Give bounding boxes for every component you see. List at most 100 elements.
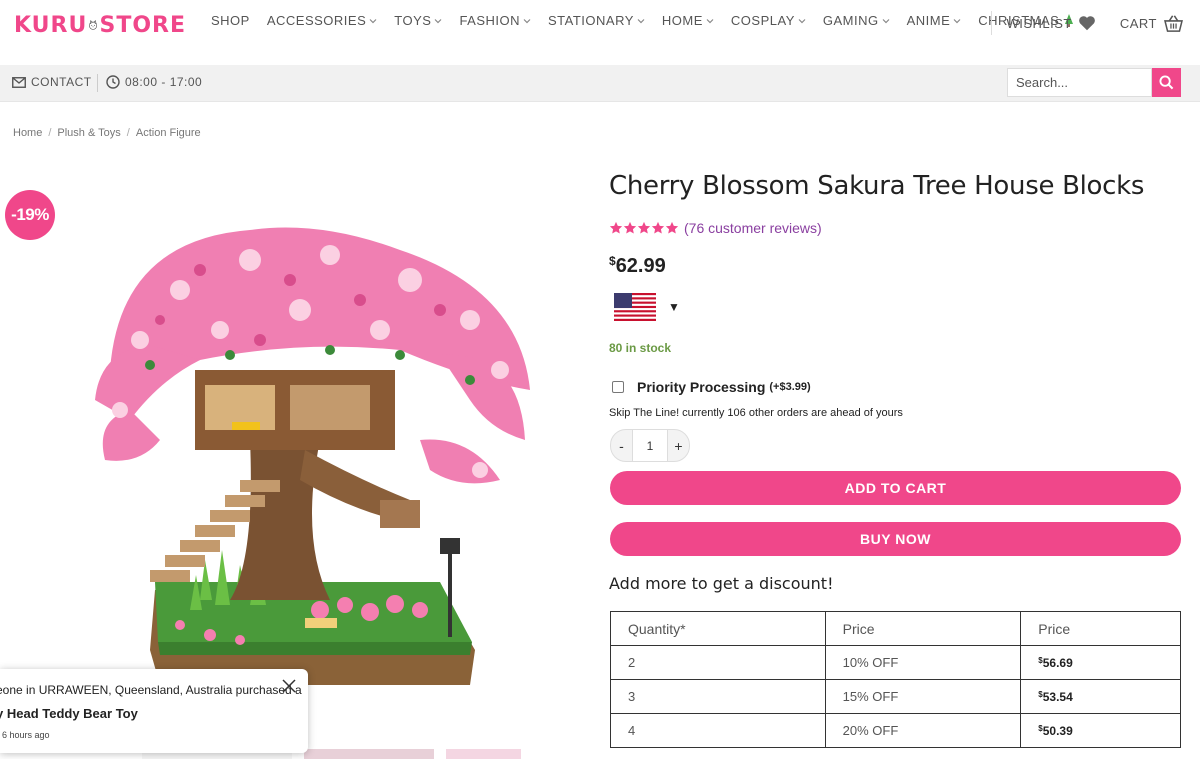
discount-quantity: 4: [610, 713, 826, 748]
quantity-decrease-button[interactable]: -: [610, 429, 633, 462]
wishlist-label: WISHLIST: [1006, 15, 1072, 31]
nav-item-label: SHOP: [211, 13, 250, 28]
header-actions: WISHLIST CART: [991, 11, 1184, 35]
chevron-down-icon: [369, 18, 377, 23]
recent-purchase-popup: eone in URRAWEEN, Queensland, Australia …: [0, 669, 308, 753]
nav-item-label: TOYS: [394, 13, 432, 28]
column-header-discount: Price: [824, 611, 1022, 646]
opening-hours: 08:00 - 17:00: [106, 75, 202, 89]
store-logo[interactable]: KURU STORE: [14, 8, 186, 42]
nav-item-toys[interactable]: TOYS: [394, 13, 442, 28]
priority-price: (+$3.99): [769, 381, 811, 393]
logo-text-right: STORE: [99, 12, 186, 38]
discount-percent: 20% OFF: [824, 713, 1022, 748]
star-icon: [609, 221, 623, 234]
chevron-down-icon: [882, 18, 890, 23]
topbar-divider: [97, 74, 98, 92]
cart-link[interactable]: CART: [1119, 14, 1184, 32]
nav-item-accessories[interactable]: ACCESSORIES: [267, 13, 377, 28]
nav-item-gaming[interactable]: GAMING: [823, 13, 890, 28]
product-price: $62.99: [609, 254, 666, 278]
thumbnail[interactable]: [446, 749, 521, 759]
nav-item-label: STATIONARY: [548, 13, 634, 28]
clock-icon: [106, 75, 120, 89]
nav-item-shop[interactable]: SHOP: [211, 13, 250, 28]
nav-item-label: ANIME: [906, 13, 951, 28]
chevron-down-icon: [637, 18, 645, 23]
nav-item-stationary[interactable]: STATIONARY: [548, 13, 645, 28]
popup-product[interactable]: y Head Teddy Bear Toy: [0, 706, 138, 721]
cart-label: CART: [1119, 15, 1157, 31]
nav-item-label: HOME: [661, 13, 703, 28]
discount-table: Quantity* Price Price 2 10% OFF $56.69 3 15%…: [610, 611, 1181, 748]
stock-status: 80 in stock: [609, 341, 672, 355]
product-rating: (76 customer reviews): [609, 220, 822, 236]
discount-percent: 15% OFF: [824, 679, 1022, 714]
nav-divider: [991, 11, 993, 35]
nav-item-label: GAMING: [822, 13, 879, 28]
discount-price: $56.69: [1020, 645, 1181, 680]
column-header-price: Price: [1020, 611, 1181, 646]
chevron-down-icon: [523, 18, 531, 23]
breadcrumb-category[interactable]: Plush & Toys: [57, 127, 120, 139]
chevron-down-icon: [706, 18, 714, 23]
breadcrumb-subcategory[interactable]: Action Figure: [136, 127, 201, 139]
price-value: 53.54: [1042, 689, 1073, 704]
quantity-increase-button[interactable]: +: [667, 429, 690, 462]
search-box: [1007, 68, 1181, 97]
wishlist-link[interactable]: WISHLIST: [1006, 15, 1095, 31]
discount-price: $50.39: [1020, 713, 1181, 748]
quantity-input[interactable]: 1: [633, 429, 667, 462]
buy-now-button[interactable]: BUY NOW: [610, 522, 1181, 556]
breadcrumb-home[interactable]: Home: [13, 127, 42, 139]
table-row: 2 10% OFF $56.69: [610, 645, 1181, 680]
product-title: Cherry Blossom Sakura Tree House Blocks: [609, 171, 1145, 201]
nav-item-fashion[interactable]: FASHION: [459, 13, 531, 28]
envelope-icon: [12, 76, 26, 88]
discount-heading: Add more to get a discount!: [609, 574, 834, 593]
heart-icon: [1078, 16, 1095, 31]
thumbnail[interactable]: [304, 749, 434, 759]
discount-quantity: 2: [610, 645, 826, 680]
discount-percent: 10% OFF: [824, 645, 1022, 680]
price-value: 62.99: [615, 255, 666, 277]
close-icon[interactable]: [282, 679, 296, 693]
star-icon: [665, 221, 679, 234]
nav-item-label: ACCESSORIES: [266, 13, 367, 28]
table-header-row: Quantity* Price Price: [610, 611, 1181, 646]
main-nav: SHOP ACCESSORIES TOYS FASHION STATIONARY HOME…: [211, 13, 1091, 28]
star-icon: [637, 221, 651, 234]
popup-time: 6 hours ago: [2, 730, 50, 740]
add-to-cart-button[interactable]: ADD TO CART: [610, 471, 1181, 505]
star-icon: [651, 221, 665, 234]
nav-item-cosplay[interactable]: COSPLAY: [731, 13, 806, 28]
search-button[interactable]: [1152, 68, 1181, 97]
basket-icon: [1164, 14, 1183, 32]
priority-checkbox[interactable]: [612, 381, 624, 393]
priority-label: Priority Processing: [637, 379, 766, 395]
contact-link[interactable]: CONTACT: [12, 75, 92, 89]
currency-selector[interactable]: ▼: [614, 293, 680, 321]
search-input[interactable]: [1007, 68, 1152, 97]
discount-price: $53.54: [1020, 679, 1181, 714]
price-value: 50.39: [1042, 723, 1073, 738]
star-icon: [623, 221, 637, 234]
cat-logo-icon: [89, 20, 98, 30]
breadcrumb-separator: /: [126, 127, 130, 139]
chevron-down-icon: [953, 18, 961, 23]
breadcrumb-separator: /: [48, 127, 52, 139]
logo-text-left: KURU: [14, 12, 88, 38]
hours-text: 08:00 - 17:00: [125, 75, 203, 89]
currency-symbol: $: [609, 254, 616, 268]
price-value: 56.69: [1042, 655, 1073, 670]
nav-item-home[interactable]: HOME: [662, 13, 714, 28]
priority-processing-option[interactable]: Priority Processing (+$3.99): [612, 379, 811, 395]
dropdown-arrow-icon: ▼: [668, 300, 680, 314]
contact-label: CONTACT: [31, 75, 92, 89]
skip-line-note: Skip The Line! currently 106 other order…: [609, 407, 903, 419]
chevron-down-icon: [798, 18, 806, 23]
top-bar: CONTACT 08:00 - 17:00: [0, 65, 1200, 102]
nav-item-anime[interactable]: ANIME: [907, 13, 962, 28]
reviews-link[interactable]: (76 customer reviews): [684, 220, 822, 236]
site-header: KURU STORE SHOP ACCESSORIES TOYS FASHION STA…: [0, 0, 1200, 65]
